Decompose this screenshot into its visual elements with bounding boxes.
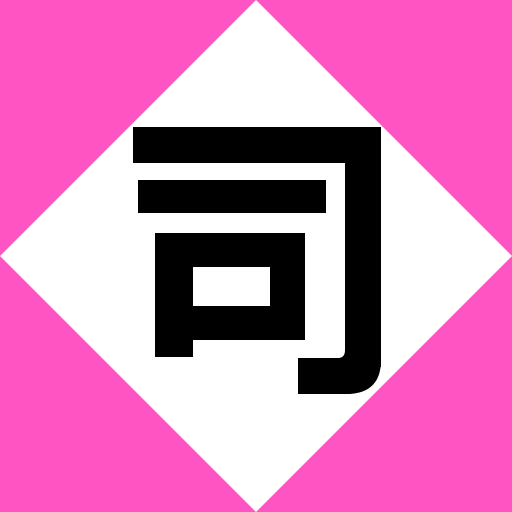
glyph-stroke-second-horizontal — [138, 180, 326, 213]
glyph-stroke-top — [133, 127, 381, 163]
glyph-sign: 司 — [0, 0, 512, 512]
sign-graphic: 司 — [0, 0, 512, 512]
